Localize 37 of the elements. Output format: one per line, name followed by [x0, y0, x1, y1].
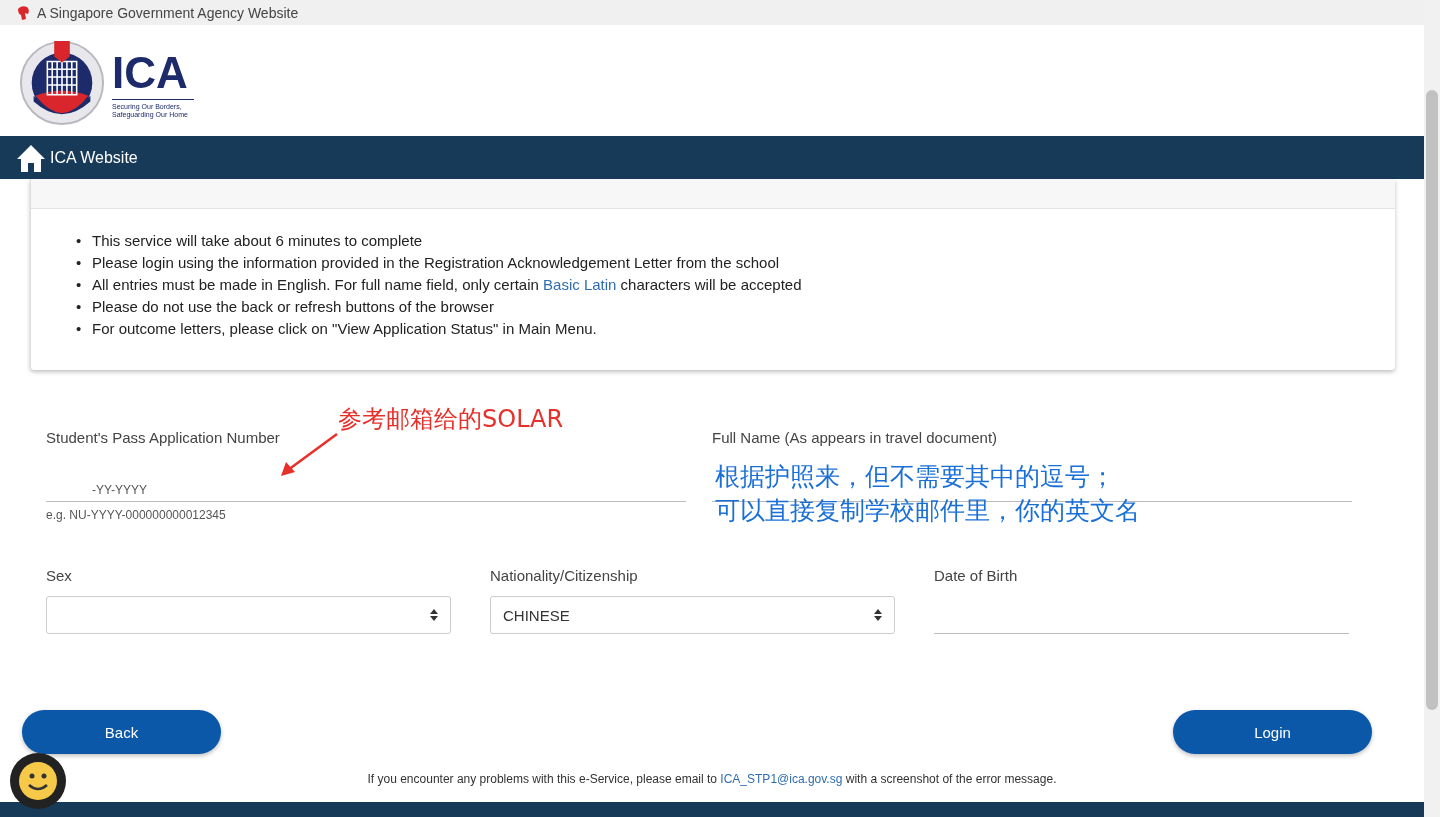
scrollbar-thumb[interactable]: [1426, 90, 1438, 710]
field-label: Nationality/Citizenship: [490, 566, 639, 586]
login-button[interactable]: Login: [1173, 710, 1372, 754]
select-field[interactable]: [46, 596, 451, 634]
back-button[interactable]: Back: [22, 710, 221, 754]
field-label: Date of Birth: [934, 566, 1019, 586]
email-link[interactable]: ICA_STP1@ica.gov.sg: [720, 772, 843, 786]
field-hint: e.g. NU-YYYY-000000000012345: [46, 508, 227, 522]
annotation-text: 根据护照来，但不需要其中的逗号；: [715, 461, 1115, 493]
bullet: •: [76, 275, 83, 295]
smiley-icon: [18, 761, 58, 801]
bullet: •: [76, 231, 83, 251]
field-label: Student's Pass Application Number: [46, 428, 281, 448]
select-field[interactable]: CHINESE: [490, 596, 895, 634]
annotation-text: 可以直接复制学校邮件里，你的英文名: [715, 495, 1140, 527]
note-item: Please login using the information provided in the Registration Acknowledgement Letter from the school: [92, 253, 780, 273]
annotation-arrow: [280, 432, 340, 478]
home-link[interactable]: ICA Website: [16, 142, 138, 173]
lion-head-icon: [15, 4, 31, 21]
chat-button[interactable]: [10, 753, 66, 809]
note-item: All entries must be made in English. For full name field, only certain Basic Latin characters will be accepted: [92, 275, 802, 295]
home-icon: [16, 142, 46, 173]
field-label: Sex: [46, 566, 73, 586]
bullet: •: [76, 253, 83, 273]
input-field[interactable]: -YY-YYYY: [46, 468, 686, 502]
bullet: •: [76, 319, 83, 339]
note-item: For outcome letters, please click on "View Application Status" in Main Menu.: [92, 319, 597, 339]
logo-title: ICA: [112, 50, 194, 100]
sort-caret-icon: [430, 609, 438, 621]
note-item: This service will take about 6 minutes to complete: [92, 231, 423, 251]
bullet: •: [76, 297, 83, 317]
annotation-text: 参考邮箱给的SOLAR: [338, 404, 564, 435]
note-item: Please do not use the back or refresh buttons of the browser: [92, 297, 494, 317]
government-agency-text: A Singapore Government Agency Website: [37, 4, 299, 21]
sort-caret-icon: [874, 609, 882, 621]
basic-latin-link[interactable]: Basic Latin: [543, 276, 617, 293]
field-label: Full Name (As appears in travel document): [712, 428, 999, 448]
